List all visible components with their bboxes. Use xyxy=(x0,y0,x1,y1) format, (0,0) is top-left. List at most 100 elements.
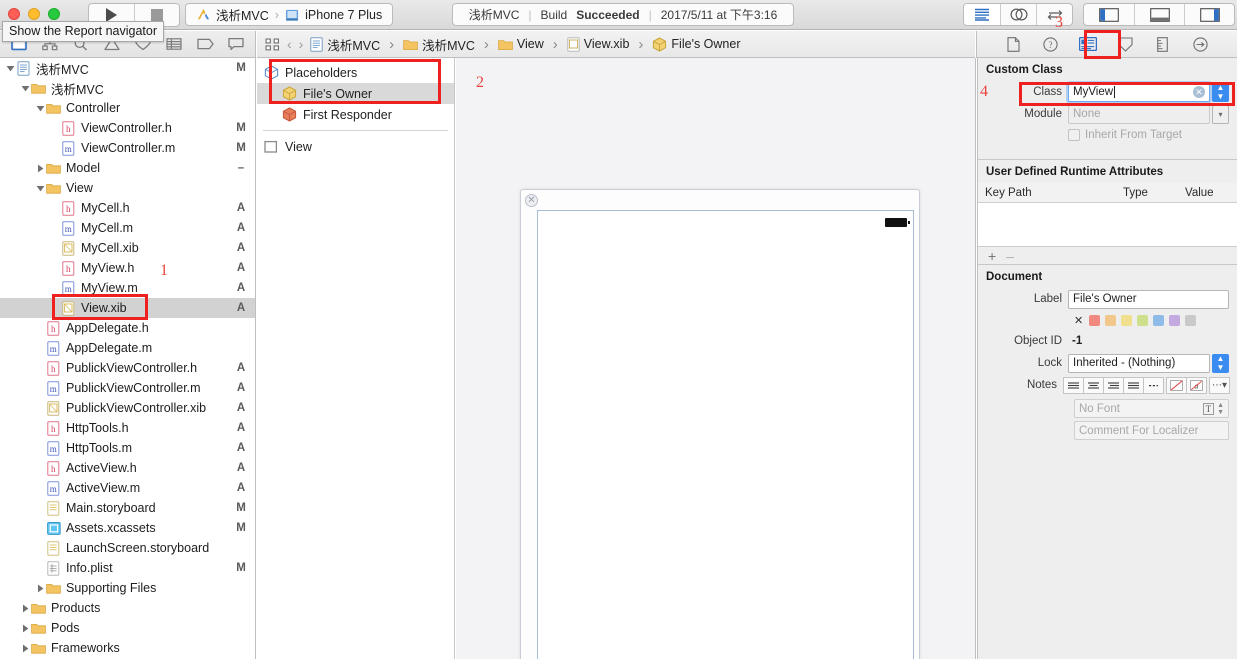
navigator-row[interactable]: Products xyxy=(0,598,255,618)
file-inspector-tab[interactable] xyxy=(1003,35,1025,53)
navigator-row[interactable]: LaunchScreen.storyboard xyxy=(0,538,255,558)
color-swatch-blue[interactable] xyxy=(1153,314,1165,326)
lock-popup-button[interactable]: ▲ ▼ xyxy=(1212,353,1229,373)
navigator-row[interactable]: m ViewController.m M xyxy=(0,138,255,158)
version-editor-button[interactable] xyxy=(1036,4,1072,25)
more-icon[interactable]: ⋯▾ xyxy=(1209,376,1230,394)
device-frame[interactable]: ✕ xyxy=(520,189,920,659)
navigator-row[interactable]: MyCell.xib A xyxy=(0,238,255,258)
no-color-swatch[interactable]: ✕ xyxy=(1074,314,1083,327)
color-swatch-yellow[interactable] xyxy=(1121,314,1133,326)
breadcrumb-xib-file[interactable]: View.xib xyxy=(567,36,629,52)
close-icon[interactable]: ✕ xyxy=(525,194,538,207)
related-items-button[interactable] xyxy=(265,38,280,51)
navigator-row[interactable]: h ViewController.h M xyxy=(0,118,255,138)
root-view[interactable] xyxy=(537,210,914,659)
navigator-row[interactable]: Controller xyxy=(0,98,255,118)
navigator-row[interactable]: Frameworks xyxy=(0,638,255,658)
breadcrumb-group[interactable]: 浅析MVC xyxy=(403,35,475,54)
identity-inspector-tab[interactable] xyxy=(1077,35,1099,53)
disclosure-triangle[interactable] xyxy=(20,624,31,633)
size-inspector-tab[interactable] xyxy=(1152,35,1174,53)
interface-builder-outline[interactable]: Placeholders File's Owner First Responder … xyxy=(257,58,455,659)
inherit-checkbox[interactable] xyxy=(1068,129,1080,141)
toggle-utilities-button[interactable] xyxy=(1184,4,1234,25)
color-swatch-red[interactable] xyxy=(1089,314,1101,326)
navigator-row[interactable]: h PublickViewController.h A xyxy=(0,358,255,378)
breakpoint-navigator-icon[interactable] xyxy=(196,36,214,53)
close-window-button[interactable] xyxy=(8,8,20,20)
toggle-debug-area-button[interactable] xyxy=(1134,4,1184,25)
align-justify-icon[interactable] xyxy=(1123,376,1144,394)
custom-class-field[interactable]: MyView ✕ xyxy=(1068,82,1210,102)
navigator-row[interactable]: m AppDelegate.m xyxy=(0,338,255,358)
no-color-icon[interactable] xyxy=(1166,376,1187,394)
toggle-navigator-button[interactable] xyxy=(1084,4,1134,25)
breadcrumb-files-owner[interactable]: File's Owner xyxy=(652,36,741,52)
navigator-row[interactable]: 浅析MVC M xyxy=(0,58,255,78)
breadcrumb-project[interactable]: 浅析MVC xyxy=(310,35,380,54)
outline-row-placeholders[interactable]: Placeholders xyxy=(257,62,454,83)
breadcrumb-view-folder[interactable]: View xyxy=(498,37,544,51)
outline-row-first-responder[interactable]: First Responder xyxy=(257,104,454,125)
disclosure-triangle[interactable] xyxy=(35,164,46,173)
font-panel-icon[interactable]: T xyxy=(1202,402,1215,415)
navigator-row[interactable]: PublickViewController.xib A xyxy=(0,398,255,418)
minimize-window-button[interactable] xyxy=(28,8,40,20)
debug-navigator-icon[interactable] xyxy=(165,36,183,53)
font-field[interactable]: No Font T ▲ ▼ xyxy=(1074,399,1229,418)
navigator-row[interactable]: m ActiveView.m A xyxy=(0,478,255,498)
disclosure-triangle[interactable] xyxy=(35,184,46,193)
zoom-window-button[interactable] xyxy=(48,8,60,20)
navigator-row[interactable]: Info.plist M xyxy=(0,558,255,578)
inherit-from-target-row[interactable]: Inherit From Target xyxy=(978,125,1237,145)
navigator-row[interactable]: Model – xyxy=(0,158,255,178)
outline-row-file-s-owner[interactable]: File's Owner xyxy=(257,83,454,104)
standard-editor-button[interactable] xyxy=(964,4,1000,25)
navigator-row[interactable]: h ActiveView.h A xyxy=(0,458,255,478)
interface-builder-canvas[interactable]: ✕ xyxy=(456,58,976,659)
navigator-row[interactable]: 浅析MVC xyxy=(0,78,255,98)
module-field[interactable]: None xyxy=(1068,104,1210,124)
module-popup-button[interactable]: ▾ xyxy=(1212,104,1229,124)
navigator-row[interactable]: Assets.xcassets M xyxy=(0,518,255,538)
navigator-row[interactable]: View xyxy=(0,178,255,198)
disclosure-triangle[interactable] xyxy=(20,84,31,93)
disclosure-triangle[interactable] xyxy=(20,644,31,653)
navigator-row[interactable]: m MyView.m A xyxy=(0,278,255,298)
navigator-view-xib-row[interactable]: View.xib A xyxy=(0,298,255,318)
scheme-selector[interactable]: 浅析MVC › iPhone 7 Plus xyxy=(185,3,394,26)
disclosure-triangle[interactable] xyxy=(35,104,46,113)
jump-back-button[interactable]: ‹ xyxy=(287,36,292,52)
runtime-attributes-table[interactable] xyxy=(978,203,1237,247)
disclosure-triangle[interactable] xyxy=(20,604,31,613)
add-attribute-button[interactable]: + xyxy=(988,248,996,264)
navigator-row[interactable]: Supporting Files xyxy=(0,578,255,598)
label-field[interactable]: File's Owner xyxy=(1068,289,1229,309)
disclosure-triangle[interactable] xyxy=(35,584,46,593)
color-swatch-green[interactable] xyxy=(1137,314,1149,326)
color-swatch-purple[interactable] xyxy=(1169,314,1181,326)
color-swatch-orange[interactable] xyxy=(1105,314,1117,326)
outline-object-view[interactable]: View xyxy=(257,136,454,157)
jump-forward-button[interactable]: › xyxy=(299,36,304,52)
lock-field[interactable]: Inherited - (Nothing) xyxy=(1068,353,1210,373)
align-dash-icon[interactable] xyxy=(1143,376,1164,394)
align-right-icon[interactable] xyxy=(1103,376,1124,394)
navigator-row[interactable]: m PublickViewController.m A xyxy=(0,378,255,398)
project-navigator[interactable]: 浅析MVC M 浅析MVC Controller h ViewController.h Mm… xyxy=(0,58,256,659)
navigator-row[interactable]: Pods xyxy=(0,618,255,638)
navigator-row[interactable]: h MyView.h A xyxy=(0,258,255,278)
comment-field[interactable]: Comment For Localizer xyxy=(1074,421,1229,440)
connections-inspector-tab[interactable] xyxy=(1189,35,1211,53)
text-color-icon[interactable]: a xyxy=(1186,376,1207,394)
navigator-row[interactable]: h HttpTools.h A xyxy=(0,418,255,438)
navigator-row[interactable]: m HttpTools.m A xyxy=(0,438,255,458)
navigator-row[interactable]: h AppDelegate.h xyxy=(0,318,255,338)
attributes-inspector-tab[interactable] xyxy=(1115,35,1137,53)
navigator-row[interactable]: m MyCell.m A xyxy=(0,218,255,238)
class-popup-button[interactable]: ▲ ▼ xyxy=(1212,82,1229,102)
clear-icon[interactable]: ✕ xyxy=(1193,86,1205,98)
align-center-icon[interactable] xyxy=(1083,376,1104,394)
align-left-icon[interactable] xyxy=(1063,376,1084,394)
